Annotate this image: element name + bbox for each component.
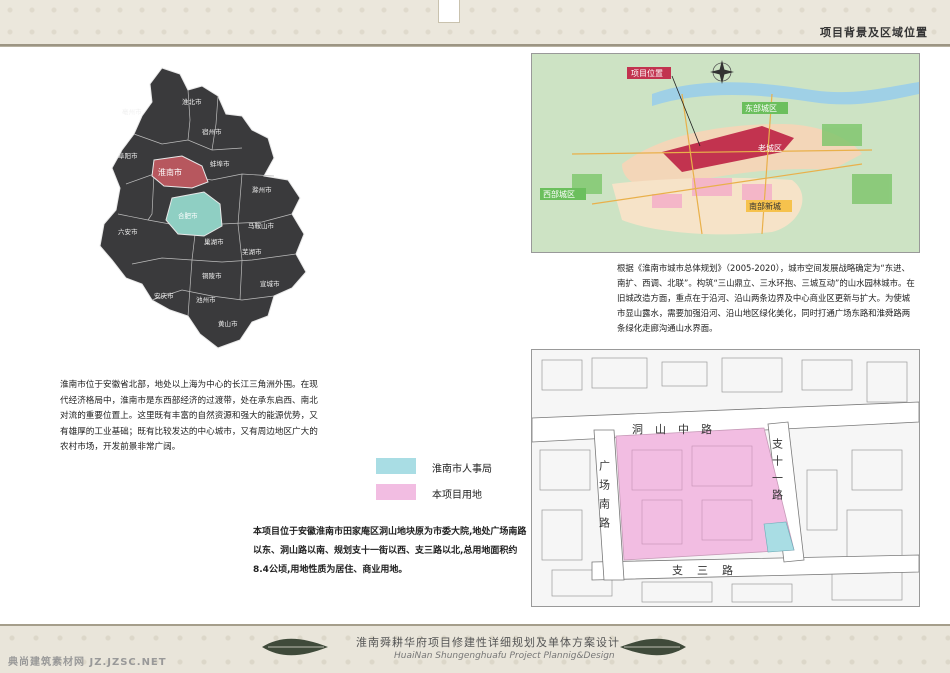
city-label-xuancheng: 宣城市 <box>260 279 280 288</box>
label-old-district: 老城区 <box>758 143 782 153</box>
page-footer: 淮南舜耕华府项目修建性详细规划及单体方案设计 HuaiNan Shungengh… <box>0 624 950 673</box>
city-plan-map: 项目位置 东部城区 老城区 西部城区 南部新城 <box>531 53 920 253</box>
city-label-hefei: 合肥市 <box>178 211 198 220</box>
project-description: 本项目位于安徽淮南市田家庵区洞山地块原为市委大院,地处广场南路以东、洞山路以南、… <box>253 527 527 575</box>
page-title: 项目背景及区域位置 <box>820 26 928 39</box>
page-header: 项目背景及区域位置 <box>0 0 950 47</box>
city-label-bengbu: 蚌埠市 <box>210 159 230 168</box>
location-description: 淮南市位于安徽省北部，地处以上海为中心的长江三角洲外围。在现代经济格局中，淮南市… <box>60 380 318 452</box>
leaf-ornament-right-icon <box>620 638 686 656</box>
city-label-huainan: 淮南市 <box>158 167 182 177</box>
city-label-maanshan: 马鞍山市 <box>248 221 275 230</box>
city-label-wuhu: 芜湖市 <box>242 247 262 256</box>
label-east-district: 东部城区 <box>745 103 777 113</box>
city-plan-drawing: 项目位置 东部城区 老城区 西部城区 南部新城 <box>532 54 919 252</box>
header-pattern <box>0 0 950 46</box>
site-plan-map: 洞山中路 支三路 广场南路 支十一路 <box>531 349 920 607</box>
city-label-tongling: 铜陵市 <box>202 271 222 280</box>
city-label-chaohu: 巢湖市 <box>204 237 224 246</box>
city-label-huangshan: 黄山市 <box>218 319 238 328</box>
header-divider <box>0 44 950 46</box>
road-label-west: 广场南路 <box>598 460 611 536</box>
label-west-district: 西部城区 <box>543 189 575 199</box>
footer-watermark: 典尚建筑素材网 JZ.JZSC.NET <box>8 657 167 668</box>
city-label-luan: 六安市 <box>118 227 138 236</box>
label-project-location: 项目位置 <box>631 68 663 78</box>
city-label-chizhou: 池州市 <box>196 295 216 304</box>
road-label-south: 支三路 <box>672 564 747 577</box>
province-map: 亳州市 宿州市 淮北市 阜阳市 蚌埠市 淮南市 滁州市 合肥市 六安市 马鞍山市… <box>99 67 307 349</box>
label-south-new-city: 南部新城 <box>749 201 781 211</box>
planning-description: 根据《淮南市城市总体规划》（2005-2020），城市空间发展战略确定为“东进、… <box>617 263 915 333</box>
leaf-ornament-left-icon <box>262 638 328 656</box>
city-label-fuyang: 阜阳市 <box>118 151 138 160</box>
city-label-suzhou: 宿州市 <box>202 127 222 136</box>
legend-label-bureau: 淮南市人事局 <box>432 464 492 475</box>
road-label-east: 支十一路 <box>771 438 784 506</box>
footer-title-cn: 淮南舜耕华府项目修建性详细规划及单体方案设计 <box>356 636 620 649</box>
city-label-chuzhou: 滁州市 <box>252 185 272 194</box>
city-label-huaibei: 淮北市 <box>182 97 202 106</box>
legend-label-project: 本项目用地 <box>432 490 482 501</box>
site-plan-drawing: 洞山中路 支三路 广场南路 支十一路 <box>532 350 919 606</box>
footer-title-en: HuaiNan Shungenghuafu Project Plannig&De… <box>394 651 615 661</box>
road-label-north: 洞山中路 <box>632 423 724 436</box>
legend-swatch-bureau <box>376 458 416 474</box>
header-tab <box>438 0 460 23</box>
legend-swatch-project <box>376 484 416 500</box>
city-label-anqing: 安庆市 <box>154 291 174 300</box>
city-label-bozhou: 亳州市 <box>122 107 142 116</box>
